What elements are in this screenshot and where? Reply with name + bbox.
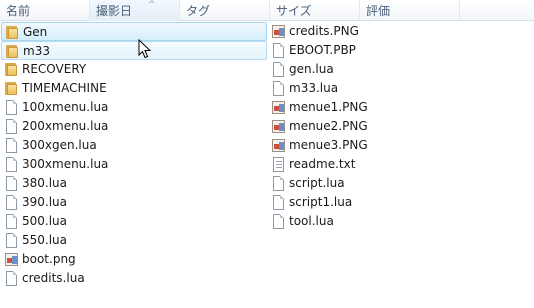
item-name-label: m33 bbox=[23, 44, 50, 58]
file-icon bbox=[4, 119, 18, 134]
item-name-label: script.lua bbox=[289, 176, 345, 190]
item-name-label: 200xmenu.lua bbox=[22, 119, 109, 133]
folder-item[interactable]: TIMEMACHINE bbox=[1, 79, 267, 98]
folder-item[interactable]: m33 bbox=[1, 41, 267, 60]
item-name-label: 550.lua bbox=[22, 233, 68, 247]
file-item[interactable]: script1.lua bbox=[268, 193, 438, 212]
folder-icon bbox=[5, 25, 19, 40]
column-size-label: サイズ bbox=[276, 4, 312, 18]
file-item[interactable]: menue1.PNG bbox=[268, 98, 438, 117]
sort-ascending-icon: ^ bbox=[148, 0, 156, 10]
column-date-taken-label: 撮影日 bbox=[96, 4, 133, 18]
file-item[interactable]: 390.lua bbox=[1, 193, 267, 212]
item-name-label: 300xmenu.lua bbox=[22, 157, 109, 171]
folder-icon bbox=[4, 62, 18, 77]
folder-item[interactable]: RECOVERY bbox=[1, 60, 267, 79]
item-name-label: script1.lua bbox=[289, 195, 353, 209]
image-file-icon bbox=[271, 24, 285, 39]
column-rating[interactable]: 評価 bbox=[360, 0, 460, 21]
item-name-label: tool.lua bbox=[289, 214, 334, 228]
item-name-label: 500.lua bbox=[22, 214, 68, 228]
column-rating-label: 評価 bbox=[366, 4, 391, 18]
file-item[interactable]: 500.lua bbox=[1, 212, 267, 231]
item-name-label: Gen bbox=[23, 25, 48, 39]
file-item[interactable]: menue2.PNG bbox=[268, 117, 438, 136]
file-icon bbox=[271, 214, 285, 229]
image-file-icon bbox=[271, 100, 285, 115]
file-item[interactable]: 380.lua bbox=[1, 174, 267, 193]
file-icon bbox=[4, 100, 18, 115]
item-name-label: 100xmenu.lua bbox=[22, 100, 109, 114]
file-icon bbox=[4, 195, 18, 210]
file-item[interactable]: credits.PNG bbox=[268, 22, 438, 41]
file-icon bbox=[4, 214, 18, 229]
item-name-label: menue2.PNG bbox=[289, 119, 368, 133]
folder-icon bbox=[5, 44, 19, 59]
file-icon bbox=[271, 176, 285, 191]
item-name-label: 390.lua bbox=[22, 195, 68, 209]
file-item[interactable]: readme.txt bbox=[268, 155, 438, 174]
column-size[interactable]: サイズ bbox=[270, 0, 360, 21]
image-file-icon bbox=[271, 119, 285, 134]
column-tags[interactable]: タグ bbox=[180, 0, 270, 21]
item-name-label: gen.lua bbox=[289, 62, 334, 76]
column-name[interactable]: 名前 bbox=[0, 0, 90, 21]
mouse-pointer-icon bbox=[138, 39, 152, 59]
item-name-label: menue1.PNG bbox=[289, 100, 368, 114]
item-name-label: boot.png bbox=[22, 252, 76, 266]
file-icon bbox=[4, 271, 18, 286]
item-name-label: readme.txt bbox=[289, 157, 356, 171]
file-item[interactable]: boot.png bbox=[1, 250, 267, 269]
file-icon bbox=[271, 62, 285, 77]
file-item[interactable]: tool.lua bbox=[268, 212, 438, 231]
file-item[interactable]: m33.lua bbox=[268, 79, 438, 98]
column-tags-label: タグ bbox=[186, 4, 211, 18]
item-name-label: menue3.PNG bbox=[289, 138, 368, 152]
item-name-label: EBOOT.PBP bbox=[289, 43, 356, 57]
text-file-icon bbox=[271, 157, 285, 172]
column-date-taken[interactable]: 撮影日 ^ bbox=[90, 0, 180, 21]
column-header-bar: 名前 撮影日 ^ タグ サイズ 評価 bbox=[0, 0, 534, 21]
file-item[interactable]: script.lua bbox=[268, 174, 438, 193]
file-icon bbox=[4, 157, 18, 172]
file-icon bbox=[4, 176, 18, 191]
item-name-label: RECOVERY bbox=[22, 62, 87, 76]
item-name-label: credits.PNG bbox=[289, 24, 359, 38]
folder-item[interactable]: Gen bbox=[1, 22, 267, 41]
file-item[interactable]: credits.lua bbox=[1, 269, 267, 288]
file-icon bbox=[271, 43, 285, 58]
file-item[interactable]: gen.lua bbox=[268, 60, 438, 79]
file-icon bbox=[4, 138, 18, 153]
file-item[interactable]: 200xmenu.lua bbox=[1, 117, 267, 136]
item-name-label: 380.lua bbox=[22, 176, 68, 190]
file-item[interactable]: EBOOT.PBP bbox=[268, 41, 438, 60]
item-name-label: m33.lua bbox=[289, 81, 339, 95]
file-item[interactable]: menue3.PNG bbox=[268, 136, 438, 155]
item-name-label: 300xgen.lua bbox=[22, 138, 97, 152]
file-item[interactable]: 300xmenu.lua bbox=[1, 155, 267, 174]
file-item[interactable]: 550.lua bbox=[1, 231, 267, 250]
file-item[interactable]: 100xmenu.lua bbox=[1, 98, 267, 117]
column-name-label: 名前 bbox=[6, 4, 31, 18]
image-file-icon bbox=[4, 252, 18, 267]
item-name-label: TIMEMACHINE bbox=[22, 81, 107, 95]
folder-icon bbox=[4, 81, 18, 96]
file-icon bbox=[271, 81, 285, 96]
file-icon bbox=[271, 195, 285, 210]
file-item[interactable]: 300xgen.lua bbox=[1, 136, 267, 155]
item-name-label: credits.lua bbox=[22, 271, 85, 285]
file-icon bbox=[4, 233, 18, 248]
image-file-icon bbox=[271, 138, 285, 153]
